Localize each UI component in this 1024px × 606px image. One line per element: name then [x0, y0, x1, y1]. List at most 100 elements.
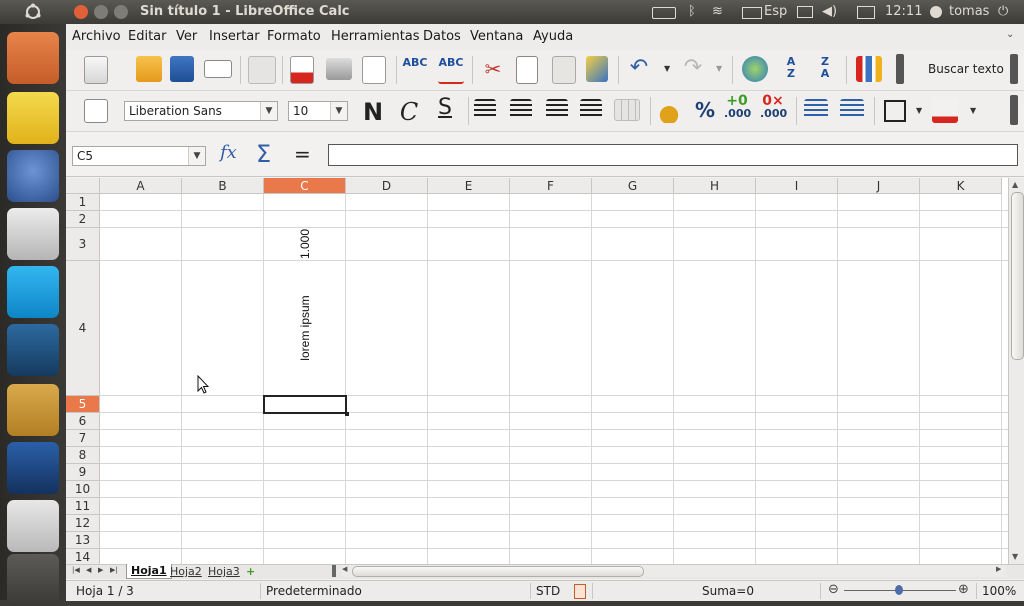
home-folder-icon[interactable] [7, 32, 59, 84]
document-modified-icon[interactable] [574, 584, 586, 599]
zoom-out-icon[interactable]: ⊖ [828, 582, 839, 597]
power-icon[interactable]: ⏻ [998, 4, 1008, 19]
paste-icon[interactable] [552, 56, 576, 84]
menu-formato[interactable]: Formato [267, 29, 321, 44]
row-header-3[interactable]: 3 [66, 228, 100, 261]
menu-herramientas[interactable]: Herramientas [331, 29, 420, 44]
skype-icon[interactable] [7, 266, 59, 318]
autospell-icon[interactable]: ABC [438, 56, 464, 84]
row-header-2[interactable]: 2 [66, 211, 100, 228]
row-header-1[interactable]: 1 [66, 194, 100, 211]
keyboard-layout[interactable]: Esp [764, 4, 787, 19]
align-right-icon[interactable] [546, 99, 568, 119]
mail-icon[interactable] [857, 6, 875, 19]
column-header-c[interactable]: C [264, 178, 346, 194]
menu-ventana[interactable]: Ventana [470, 29, 523, 44]
new-document-icon[interactable] [84, 56, 108, 84]
merge-cells-icon[interactable] [614, 99, 640, 121]
libreoffice-calc-icon[interactable] [7, 442, 59, 494]
row-header-11[interactable]: 11 [66, 498, 100, 515]
print-icon[interactable] [326, 58, 352, 80]
cell-c4[interactable]: lorem ipsum [297, 278, 313, 378]
row-header-9[interactable]: 9 [66, 464, 100, 481]
align-center-icon[interactable] [510, 99, 532, 119]
workspace-switcher-icon[interactable] [7, 500, 59, 552]
font-name-dropdown-icon[interactable]: ▼ [260, 102, 277, 120]
battery-icon[interactable] [652, 7, 676, 19]
zoom-in-icon[interactable]: ⊕ [958, 582, 969, 597]
minimize-window-button[interactable] [94, 5, 108, 19]
font-name-box[interactable]: Liberation Sans ▼ [124, 101, 278, 121]
open-folder-icon[interactable] [136, 56, 162, 82]
print-preview-icon[interactable] [362, 56, 386, 84]
column-header-a[interactable]: A [100, 178, 182, 194]
copy-icon[interactable] [516, 56, 538, 84]
email-icon[interactable] [204, 60, 232, 78]
clock[interactable]: 12:11 [885, 4, 922, 19]
column-header-k[interactable]: K [920, 178, 1002, 194]
hyperlink-icon[interactable] [742, 56, 768, 82]
decrease-indent-icon[interactable] [804, 99, 828, 119]
cut-icon[interactable]: ✂ [480, 56, 506, 82]
undo-icon[interactable]: ↶ [626, 56, 652, 82]
insert-chart-icon[interactable] [856, 56, 882, 82]
pidgin-icon[interactable] [7, 150, 59, 202]
bluetooth-icon[interactable]: ᛒ [688, 4, 696, 19]
row-header-13[interactable]: 13 [66, 532, 100, 549]
undo-dropdown-icon[interactable]: ▼ [664, 64, 670, 73]
selection-sum[interactable]: Suma=0 [702, 584, 754, 598]
toolbar-scroll-handle[interactable] [1010, 54, 1018, 84]
currency-format-icon[interactable] [656, 97, 682, 123]
borders-dropdown-icon[interactable]: ▼ [916, 106, 922, 115]
column-header-i[interactable]: I [756, 178, 838, 194]
trash-icon[interactable] [7, 554, 59, 606]
row-header-7[interactable]: 7 [66, 430, 100, 447]
sum-button[interactable]: Σ [256, 140, 271, 168]
page-style[interactable]: Predeterminado [266, 584, 362, 598]
row-header-8[interactable]: 8 [66, 447, 100, 464]
ubuntu-logo-icon[interactable] [24, 3, 42, 21]
borders-icon[interactable] [884, 100, 906, 122]
font-size-dropdown-icon[interactable]: ▼ [330, 102, 347, 120]
tab-splitter-handle[interactable] [332, 565, 336, 577]
menu-ayuda[interactable]: Ayuda [533, 29, 573, 44]
column-header-f[interactable]: F [510, 178, 592, 194]
justify-icon[interactable] [580, 99, 602, 119]
increase-indent-icon[interactable] [840, 99, 864, 119]
image-viewer-icon[interactable] [7, 324, 59, 376]
volume-icon[interactable]: ◀) [822, 4, 837, 19]
function-button[interactable]: = [294, 142, 311, 166]
row-header-14[interactable]: 14 [66, 549, 100, 564]
vertical-scrollbar[interactable]: ▲ ▼ [1008, 178, 1024, 564]
menu-insertar[interactable]: Insertar [209, 29, 260, 44]
vertical-scroll-thumb[interactable] [1011, 192, 1024, 360]
redo-icon[interactable]: ↷ [680, 56, 706, 82]
fill-handle[interactable] [345, 412, 349, 416]
toolbar-overflow-icon[interactable] [896, 54, 904, 84]
scroll-right-icon[interactable]: ▶ [996, 565, 1001, 573]
next-sheet-icon[interactable]: ▶ [98, 566, 103, 574]
rhythmbox-icon[interactable] [7, 208, 59, 260]
italic-button[interactable]: C [396, 98, 422, 126]
text-editor-icon[interactable] [7, 92, 59, 144]
clone-formatting-icon[interactable] [586, 56, 608, 82]
sheet-tab-hoja1[interactable]: Hoja1 [126, 564, 172, 579]
horizontal-scrollbar[interactable]: ◀ ▶ [342, 565, 1006, 577]
add-sheet-icon[interactable]: + [246, 565, 255, 578]
menu-ver[interactable]: Ver [176, 29, 197, 44]
selection-mode[interactable]: STD [536, 584, 560, 598]
scroll-down-icon[interactable]: ▼ [1012, 552, 1018, 561]
sort-ascending-icon[interactable]: AZ [778, 56, 804, 82]
remove-decimal-button[interactable]: 0× .000 [760, 94, 787, 121]
font-size-box[interactable]: 10 ▼ [288, 101, 348, 121]
chrome-icon[interactable] [7, 384, 59, 436]
sort-descending-icon[interactable]: ZA [812, 56, 838, 82]
export-pdf-icon[interactable] [290, 56, 314, 84]
spreadsheet-grid[interactable]: A B C D E F G H I J K 1 2 3 4 5 6 7 8 9 … [66, 178, 1008, 564]
row-header-5[interactable]: 5 [66, 396, 100, 413]
sheet-tab-hoja3[interactable]: Hoja3 [204, 565, 244, 578]
menu-chevron-icon[interactable]: ⌄ [1006, 29, 1014, 40]
background-color-dropdown-icon[interactable]: ▼ [970, 106, 976, 115]
column-header-d[interactable]: D [346, 178, 428, 194]
spellcheck-icon[interactable]: ABC [402, 56, 428, 82]
